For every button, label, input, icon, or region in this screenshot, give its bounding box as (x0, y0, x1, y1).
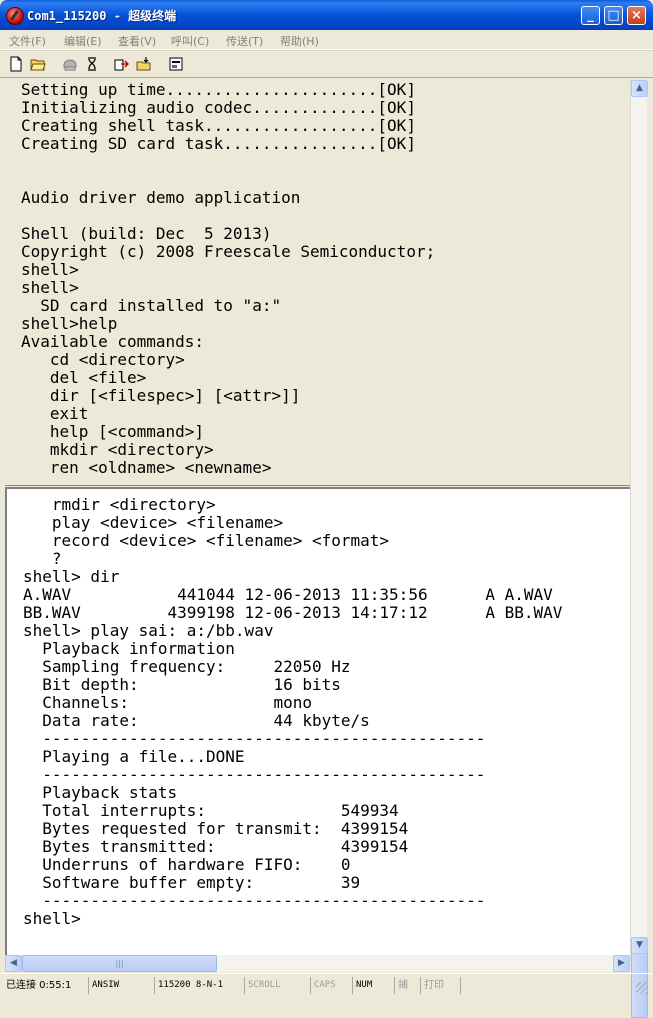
terminal-line: shell> dir (23, 567, 120, 586)
terminal-line: Total interrupts: 549934 (23, 801, 399, 820)
status-emulation: ANSIW (89, 977, 155, 994)
terminal-line: shell> (21, 260, 79, 279)
vertical-scrollbar[interactable]: ▲ ▼ (630, 80, 648, 1018)
status-bar: 已连接 0:55:1 ANSIW 115200 8-N-1 SCROLL CAP… (0, 973, 653, 999)
menu-edit[interactable]: 编辑(E) (64, 33, 102, 49)
hyperterminal-app-icon[interactable] (6, 7, 24, 25)
menu-transfer[interactable]: 传送(T) (226, 33, 263, 49)
status-connection: 已连接 0:55:1 (3, 977, 89, 994)
maximize-button[interactable]: □ (604, 6, 623, 25)
menu-call[interactable]: 呼叫(C) (171, 33, 209, 49)
resize-grip[interactable] (636, 982, 648, 994)
terminal-line: ? (23, 549, 62, 568)
title-bar[interactable]: Com1_115200 - 超级终端 _ □ × (0, 0, 653, 30)
terminal-line: Initializing audio codec.............[OK… (21, 98, 416, 117)
new-icon[interactable] (8, 56, 24, 72)
scroll-right-button[interactable]: ▶ (613, 955, 630, 972)
terminal-line: Data rate: 44 kbyte/s (23, 711, 370, 730)
open-icon[interactable] (30, 56, 46, 72)
status-scroll: SCROLL (245, 977, 311, 994)
terminal-line: Playback information (23, 639, 235, 658)
menu-view[interactable]: 查看(V) (118, 33, 156, 49)
terminal-line: mkdir <directory> (21, 440, 214, 459)
terminal-line: A.WAV 441044 12-06-2013 11:35:56 A A.WAV (23, 585, 553, 604)
terminal-line: ----------------------------------------… (23, 891, 486, 910)
terminal-line: shell> play sai: a:/bb.wav (23, 621, 274, 640)
status-num: NUM (353, 977, 395, 994)
terminal-line: Playback stats (23, 783, 178, 802)
disconnect-icon[interactable] (84, 56, 100, 72)
terminal-line: Underruns of hardware FIFO: 0 (23, 855, 351, 874)
split-bar[interactable] (5, 476, 630, 486)
status-capture: 捕 (395, 977, 421, 994)
terminal-line: Audio driver demo application (21, 188, 301, 207)
phone-icon[interactable] (62, 56, 78, 72)
terminal-line: Channels: mono (23, 693, 312, 712)
terminal-line: Playing a file...DONE (23, 747, 245, 766)
terminal-line: Copyright (c) 2008 Freescale Semiconduct… (21, 242, 436, 261)
terminal-line: SD card installed to "a:" (21, 296, 282, 315)
terminal-line: dir [<filespec>] [<attr>]] (21, 386, 301, 405)
terminal-line: Creating shell task..................[OK… (21, 116, 416, 135)
terminal-line: Sampling frequency: 22050 Hz (23, 657, 351, 676)
receive-icon[interactable] (136, 56, 152, 72)
close-button[interactable]: × (627, 6, 646, 25)
window-title: Com1_115200 - 超级终端 (27, 9, 177, 23)
terminal-line: Available commands: (21, 332, 205, 351)
status-print: 打印 (421, 977, 461, 994)
terminal-output-pane[interactable]: rmdir <directory> play <device> <filenam… (5, 487, 630, 955)
terminal-line: rmdir <directory> (23, 495, 216, 514)
terminal-line: Shell (build: Dec 5 2013) (21, 224, 272, 243)
terminal-line: Software buffer empty: 39 (23, 873, 361, 892)
terminal-line: BB.WAV 4399198 12-06-2013 14:17:12 A BB.… (23, 603, 563, 622)
terminal-line: cd <directory> (21, 350, 185, 369)
menu-help[interactable]: 帮助(H) (280, 33, 319, 49)
status-settings: 115200 8-N-1 (155, 977, 245, 994)
minimize-button[interactable]: _ (581, 6, 600, 25)
terminal-line: play <device> <filename> (23, 513, 284, 532)
status-caps: CAPS (311, 977, 353, 994)
terminal-line: Bit depth: 16 bits (23, 675, 341, 694)
terminal-line: record <device> <filename> <format> (23, 531, 390, 550)
terminal-line: ren <oldname> <newname> (21, 458, 272, 477)
terminal-line: Creating SD card task................[OK… (21, 134, 416, 153)
toolbar (0, 50, 653, 78)
terminal-line: exit (21, 404, 89, 423)
terminal-line: del <file> (21, 368, 147, 387)
horizontal-scroll-thumb[interactable]: ||| (22, 955, 217, 972)
terminal-line: help [<command>] (21, 422, 205, 441)
terminal-scrollback-pane[interactable]: Setting up time......................[OK… (5, 80, 630, 476)
horizontal-scrollbar[interactable]: ◀ ||| ▶ (5, 955, 630, 972)
terminal-line: shell>help (21, 314, 118, 333)
properties-icon[interactable] (168, 56, 184, 72)
scroll-down-button[interactable]: ▼ (631, 937, 648, 954)
terminal-line: ----------------------------------------… (23, 765, 486, 784)
terminal-line: Setting up time......................[OK… (21, 80, 416, 99)
terminal-line: shell> (21, 278, 79, 297)
scroll-left-button[interactable]: ◀ (5, 955, 22, 972)
send-icon[interactable] (114, 56, 130, 72)
terminal-line: shell> (23, 909, 81, 928)
menu-file[interactable]: 文件(F) (9, 33, 46, 49)
scroll-up-button[interactable]: ▲ (631, 80, 648, 97)
terminal-line: ----------------------------------------… (23, 729, 486, 748)
menu-bar: 文件(F) 编辑(E) 查看(V) 呼叫(C) 传送(T) 帮助(H) (0, 30, 653, 50)
terminal-line: Bytes transmitted: 4399154 (23, 837, 409, 856)
terminal-line: Bytes requested for transmit: 4399154 (23, 819, 409, 838)
